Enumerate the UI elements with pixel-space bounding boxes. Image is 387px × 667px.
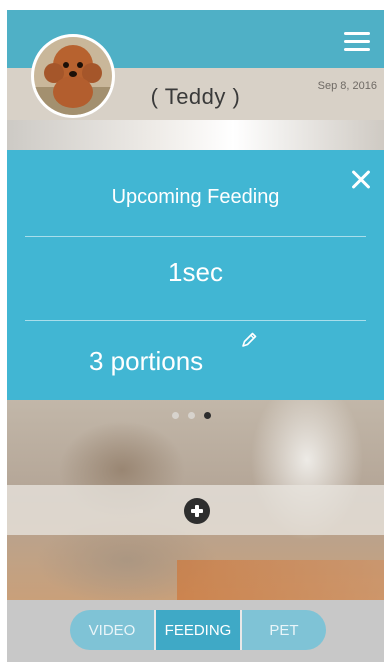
pencil-icon[interactable] [239, 330, 259, 350]
tab-pet[interactable]: PET [242, 610, 326, 650]
date-label: Sep 8, 2016 [317, 80, 377, 92]
hamburger-menu-icon[interactable] [344, 32, 370, 52]
divider [25, 320, 366, 321]
tab-feeding[interactable]: FEEDING [154, 610, 242, 650]
page-indicator [172, 406, 220, 419]
page-dot[interactable] [172, 412, 179, 419]
bottom-tab-bar: VIDEO FEEDING PET [70, 610, 326, 650]
upcoming-feeding-card: Upcoming Feeding 1sec 3 portions [7, 150, 384, 402]
page-dot[interactable] [188, 412, 195, 419]
feeding-countdown: 1sec [168, 257, 223, 287]
app-screen: ( Teddy ) Sep 8, 2016 Upcoming Feeding 1… [7, 10, 384, 662]
page-dot-active[interactable] [204, 412, 211, 419]
portions-value: 3 portions [89, 346, 204, 376]
card-title: Upcoming Feeding [111, 186, 280, 208]
plus-circle-icon[interactable] [184, 498, 210, 524]
background-photo-strip [7, 120, 384, 150]
pet-avatar[interactable] [31, 34, 115, 118]
dog-photo-icon [34, 37, 112, 115]
tab-video[interactable]: VIDEO [70, 610, 154, 650]
divider [25, 236, 366, 237]
